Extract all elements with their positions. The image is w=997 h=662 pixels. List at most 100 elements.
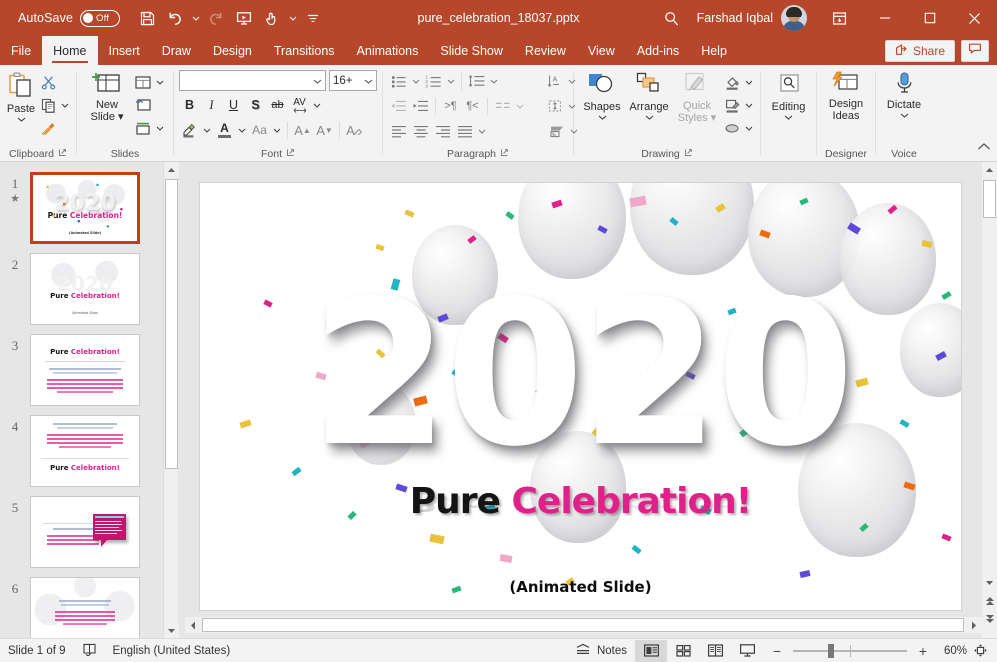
thumbnail-image-6[interactable]	[30, 577, 140, 638]
shape-fill-icon[interactable]	[721, 71, 743, 93]
ltr-text-direction-icon[interactable]: >¶	[440, 96, 461, 117]
language-status[interactable]: English (United States)	[105, 639, 239, 662]
tab-draw[interactable]: Draw	[151, 36, 202, 65]
font-size-input[interactable]: 16+	[329, 70, 377, 91]
share-button[interactable]: Share	[885, 40, 955, 62]
comments-button[interactable]	[961, 40, 989, 62]
numbering-dropdown-icon[interactable]	[445, 70, 457, 92]
font-name-input[interactable]	[179, 70, 326, 91]
thumbnail-slide-4[interactable]: 4 Pure Celebration!	[0, 415, 162, 487]
smartart-convert-icon[interactable]	[546, 121, 567, 142]
tab-review[interactable]: Review	[514, 36, 577, 65]
new-slide-button[interactable]: NewSlide▾	[82, 69, 132, 123]
slide-counter[interactable]: Slide 1 of 9	[0, 639, 74, 662]
thumbnail-scroll-up-icon[interactable]	[164, 162, 179, 177]
avatar[interactable]	[781, 5, 807, 31]
text-highlight-color-icon[interactable]	[179, 120, 200, 141]
zoom-in-button[interactable]: +	[913, 640, 933, 662]
shapes-button[interactable]: Shapes	[579, 69, 625, 120]
layout-dropdown-icon[interactable]	[154, 71, 166, 93]
shape-fill-dropdown-icon[interactable]	[743, 71, 755, 93]
thumbnail-slide-6[interactable]: 6	[0, 577, 162, 638]
bullets-dropdown-icon[interactable]	[410, 70, 422, 92]
align-text-vertical-icon[interactable]	[544, 96, 565, 117]
thumbnail-pane-scrollbar[interactable]	[163, 162, 178, 638]
thumbnail-scrollbar-thumb[interactable]	[165, 179, 178, 469]
maximize-button[interactable]	[907, 0, 952, 36]
decrease-indent-icon[interactable]	[388, 96, 409, 117]
thumbnail-image-1[interactable]: 2020 Pure Celebration! (Animated Slide)	[30, 172, 140, 244]
tab-transitions[interactable]: Transitions	[263, 36, 346, 65]
columns-icon[interactable]	[492, 96, 513, 117]
drawing-dialog-launcher-icon[interactable]	[684, 148, 693, 159]
previous-slide-button[interactable]	[982, 593, 997, 608]
design-ideas-button[interactable]: DesignIdeas	[822, 69, 870, 122]
paragraph-dialog-launcher-icon[interactable]	[500, 148, 509, 159]
align-center-icon[interactable]	[410, 121, 431, 142]
slide-horizontal-scrollbar[interactable]	[185, 617, 982, 633]
view-reading-button[interactable]	[699, 640, 731, 662]
justify-dropdown-icon[interactable]	[476, 120, 488, 142]
increase-indent-icon[interactable]	[410, 96, 431, 117]
section-icon[interactable]	[132, 117, 154, 139]
strikethrough-button[interactable]: ab	[267, 95, 288, 116]
autosave-toggle[interactable]: Off	[80, 10, 120, 27]
tab-file[interactable]: File	[0, 36, 42, 65]
slide-vertical-scrollbar[interactable]	[982, 162, 997, 638]
reset-icon[interactable]	[132, 94, 154, 116]
align-right-icon[interactable]	[432, 121, 453, 142]
clear-formatting-button[interactable]: A	[344, 120, 365, 141]
account-chip[interactable]: Farshad Iqbal	[697, 5, 807, 31]
slide-thumbnail-pane[interactable]: 1 ★ 2020 Pure Celebration! (Animated Sli…	[0, 162, 162, 638]
line-spacing-icon[interactable]	[466, 71, 487, 92]
minimize-button[interactable]	[862, 0, 907, 36]
zoom-level-label[interactable]: 60%	[933, 645, 967, 657]
copy-dropdown-icon[interactable]	[59, 94, 71, 116]
thumbnail-image-2[interactable]: 2020 Pure Celebration! (Animated Slide)	[30, 253, 140, 325]
fit-to-window-button[interactable]	[967, 640, 993, 662]
layout-icon[interactable]	[132, 71, 154, 93]
thumbnail-image-5[interactable]	[30, 496, 140, 568]
shape-outline-icon[interactable]	[721, 94, 743, 116]
tab-insert[interactable]: Insert	[98, 36, 151, 65]
start-slideshow-icon[interactable]	[231, 5, 257, 31]
tab-slide-show[interactable]: Slide Show	[429, 36, 514, 65]
undo-dropdown-icon[interactable]	[190, 5, 201, 31]
thumbnail-slide-2[interactable]: 2 2020 Pure Celebration! (Animated Slide…	[0, 253, 162, 325]
clipboard-dialog-launcher-icon[interactable]	[58, 148, 67, 159]
thumbnail-slide-1[interactable]: 1 ★ 2020 Pure Celebration! (Animated Sli…	[0, 172, 162, 244]
tab-add-ins[interactable]: Add-ins	[626, 36, 690, 65]
dictate-button[interactable]: Dictate	[881, 69, 927, 118]
font-name-dropdown-icon[interactable]	[313, 75, 322, 87]
hscroll-thumb[interactable]	[202, 618, 964, 632]
zoom-slider-handle[interactable]	[828, 644, 834, 658]
view-slide-show-button[interactable]	[731, 640, 763, 662]
underline-button[interactable]: U	[223, 95, 244, 116]
shape-effects-icon[interactable]	[721, 117, 743, 139]
increase-font-size-button[interactable]: A▲	[292, 120, 313, 141]
tab-view[interactable]: View	[577, 36, 626, 65]
thumbnail-scroll-down-icon[interactable]	[164, 623, 179, 638]
change-case-button[interactable]: Aa	[249, 120, 270, 141]
slide-scroll-up-icon[interactable]	[982, 162, 997, 177]
thumbnail-slide-3[interactable]: 3 Pure Celebration!	[0, 334, 162, 406]
collapse-ribbon-button[interactable]	[977, 139, 991, 157]
thumbnail-image-4[interactable]: Pure Celebration!	[30, 415, 140, 487]
font-dialog-launcher-icon[interactable]	[286, 148, 295, 159]
ribbon-display-options-icon[interactable]	[817, 0, 862, 36]
spellcheck-status[interactable]	[74, 639, 105, 662]
save-icon[interactable]	[134, 5, 160, 31]
view-slide-sorter-button[interactable]	[667, 640, 699, 662]
line-spacing-dropdown-icon[interactable]	[488, 70, 500, 92]
next-slide-button[interactable]	[982, 611, 997, 626]
decrease-font-size-button[interactable]: A▼	[314, 120, 335, 141]
paste-button[interactable]: Paste	[5, 69, 37, 122]
columns-dropdown-icon[interactable]	[514, 95, 526, 117]
section-dropdown-icon[interactable]	[154, 117, 166, 139]
change-case-dropdown-icon[interactable]	[271, 119, 283, 141]
hscroll-right-icon[interactable]	[966, 617, 982, 633]
touch-mode-dropdown-icon[interactable]	[287, 5, 298, 31]
justify-icon[interactable]	[454, 121, 475, 142]
arrange-button[interactable]: Arrange	[625, 69, 673, 120]
text-shadow-button[interactable]: S	[245, 95, 266, 116]
